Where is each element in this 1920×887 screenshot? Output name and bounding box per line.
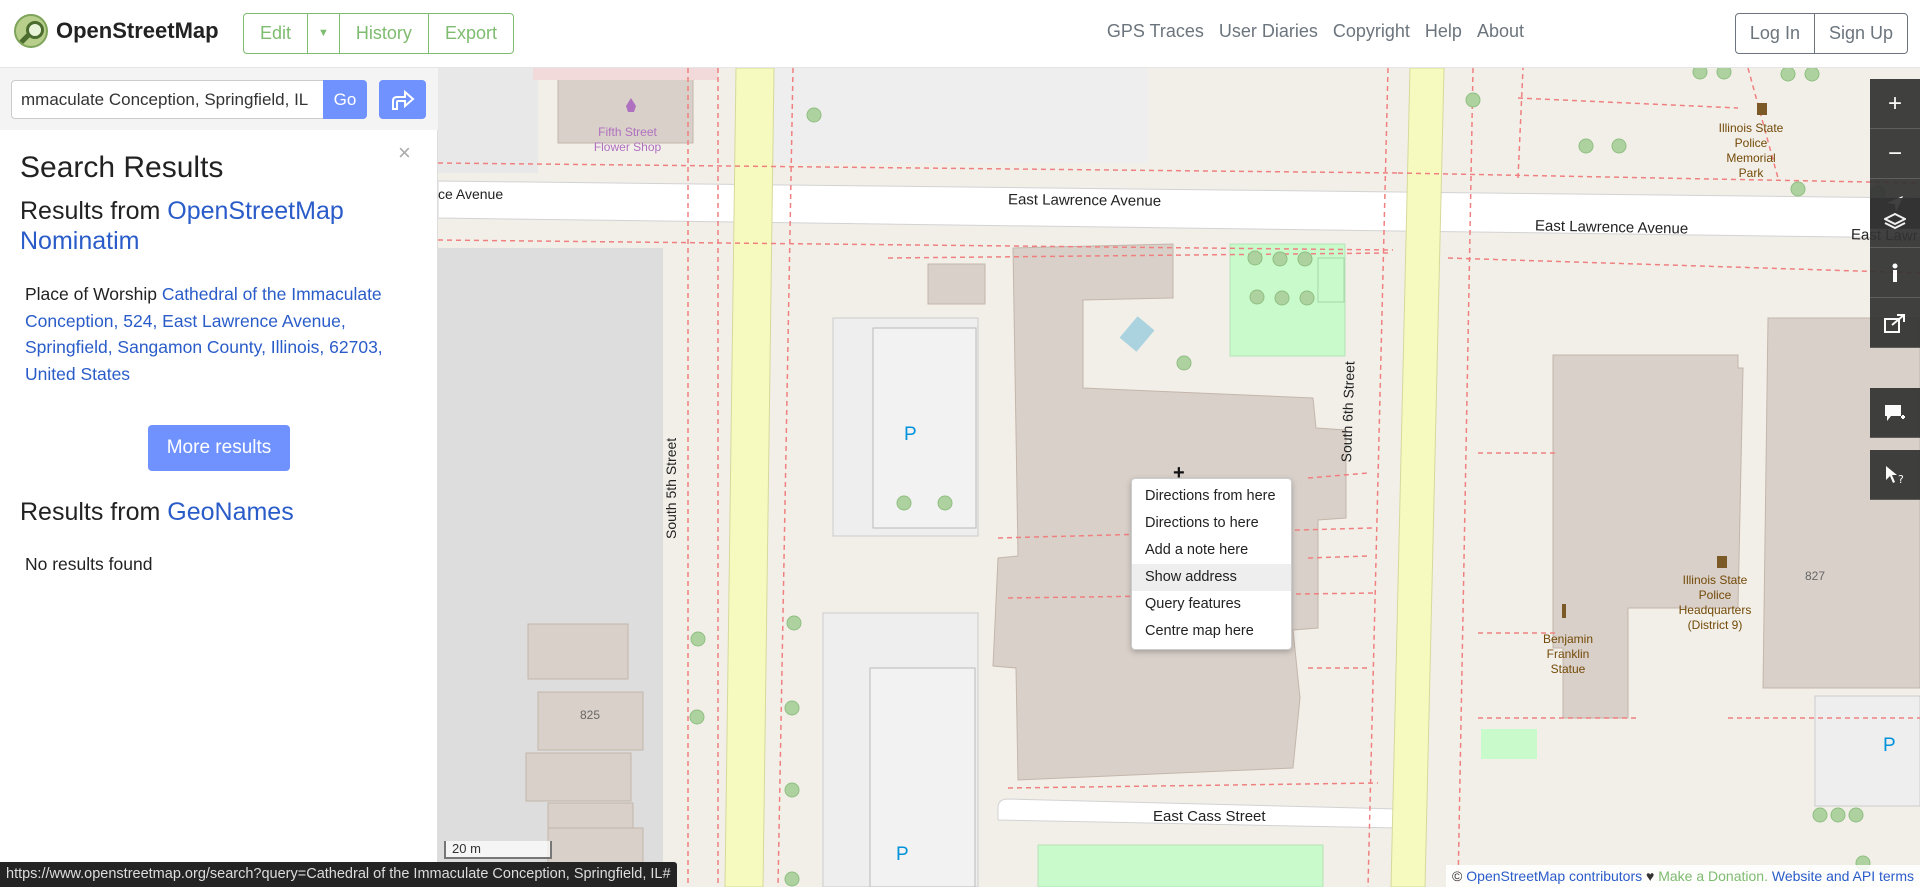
nav-copyright[interactable]: Copyright <box>1333 21 1410 42</box>
note-control <box>1870 388 1920 438</box>
attribution-heart: ♥ <box>1642 868 1659 884</box>
search-input[interactable]: mmaculate Conception, Springfield, IL <box>11 80 324 119</box>
menu-directions-from[interactable]: Directions from here <box>1132 483 1291 510</box>
search-results-title: Search Results <box>20 151 224 184</box>
nav-gps-traces[interactable]: GPS Traces <box>1107 21 1204 42</box>
close-results-icon[interactable]: × <box>398 140 411 166</box>
top-header: OpenStreetMap Edit ▼ History Export GPS … <box>0 0 1920 68</box>
more-results-button[interactable]: More results <box>148 425 290 471</box>
directions-button[interactable] <box>379 80 426 119</box>
layers-icon[interactable] <box>1870 198 1920 248</box>
menu-show-address[interactable]: Show address <box>1132 564 1291 591</box>
search-bar: mmaculate Conception, Springfield, IL Go <box>0 68 438 130</box>
map-canvas[interactable]: ce Avenue East Lawrence Avenue East Lawr… <box>438 68 1920 887</box>
street-label: East Cass Street <box>1153 808 1266 825</box>
results-heading-osm: Results from OpenStreetMap Nominatim <box>20 196 420 256</box>
map-layer-controls <box>1870 198 1920 348</box>
result-type: Place of Worship <box>25 284 162 304</box>
browser-status-bar: https://www.openstreetmap.org/search?que… <box>0 862 677 887</box>
top-nav: GPS Traces User Diaries Copyright Help A… <box>1107 21 1524 42</box>
edit-dropdown-caret[interactable]: ▼ <box>308 14 340 53</box>
donate-link[interactable]: Make a Donation. <box>1658 868 1768 884</box>
attribution-prefix: © <box>1452 868 1467 884</box>
brand-logo[interactable]: OpenStreetMap <box>14 14 219 48</box>
osm-logo-icon <box>14 14 48 48</box>
edit-history-export-group: Edit ▼ History Export <box>243 13 514 54</box>
housenumber-label: 827 <box>1805 569 1826 583</box>
map-context-menu: Directions from here Directions to here … <box>1131 478 1292 650</box>
geonames-link[interactable]: GeoNames <box>167 498 293 526</box>
share-icon[interactable] <box>1870 298 1920 348</box>
query-icon[interactable]: ? <box>1870 450 1920 500</box>
osm-contributors-link[interactable]: OpenStreetMap contributors <box>1466 868 1642 884</box>
terms-link[interactable]: Website and API terms <box>1768 868 1914 884</box>
go-button[interactable]: Go <box>323 80 367 119</box>
no-results-text: No results found <box>25 554 153 574</box>
street-label: East Lawrence Avenue <box>1007 191 1162 210</box>
poi-label: Illinois State Police Headquarters (Dist… <box>1678 573 1752 632</box>
info-icon[interactable] <box>1870 248 1920 298</box>
query-control: ? <box>1870 450 1920 500</box>
signup-button[interactable]: Sign Up <box>1815 14 1907 53</box>
nav-user-diaries[interactable]: User Diaries <box>1219 21 1318 42</box>
parking-label: P <box>896 844 909 865</box>
menu-directions-to[interactable]: Directions to here <box>1132 510 1291 537</box>
street-label: South 5th Street <box>663 437 679 539</box>
directions-icon <box>392 89 415 110</box>
auth-buttons: Log In Sign Up <box>1734 13 1908 54</box>
edit-button[interactable]: Edit <box>244 14 309 53</box>
export-button[interactable]: Export <box>429 14 513 53</box>
street-label: ce Avenue <box>438 186 504 202</box>
housenumber-label: 825 <box>580 708 601 722</box>
results-heading-geonames: Results from GeoNames <box>20 497 420 527</box>
history-button[interactable]: History <box>340 14 429 53</box>
poi-label: Illinois State Police Memorial Park <box>1718 121 1784 180</box>
brand-name: OpenStreetMap <box>56 18 219 43</box>
menu-add-note[interactable]: Add a note here <box>1132 537 1291 564</box>
nav-help[interactable]: Help <box>1425 21 1462 42</box>
results-from-label: Results from <box>20 498 168 526</box>
menu-centre-map[interactable]: Centre map here <box>1132 618 1291 645</box>
sidebar: mmaculate Conception, Springfield, IL Go… <box>0 68 438 887</box>
parking-label: P <box>904 424 917 445</box>
parking-label: P <box>1883 735 1896 756</box>
poi-label: Benjamin Franklin Statue <box>1542 632 1594 676</box>
street-label: East Lawrence Avenue <box>1534 217 1689 238</box>
zoom-in-icon[interactable]: + <box>1870 79 1920 129</box>
map-scale: 20 m <box>444 841 552 859</box>
login-button[interactable]: Log In <box>1736 14 1815 53</box>
results-from-label: Results from <box>20 197 168 225</box>
map-attribution: © OpenStreetMap contributors ♥ Make a Do… <box>1446 865 1920 887</box>
list-item: Place of Worship Cathedral of the Immacu… <box>25 281 400 387</box>
note-icon[interactable] <box>1870 388 1920 438</box>
svg-text:?: ? <box>1898 473 1904 485</box>
nav-about[interactable]: About <box>1477 21 1524 42</box>
poi-label: Fifth Street Flower Shop <box>593 125 662 154</box>
menu-query-features[interactable]: Query features <box>1132 591 1291 618</box>
zoom-out-icon[interactable]: − <box>1870 129 1920 179</box>
